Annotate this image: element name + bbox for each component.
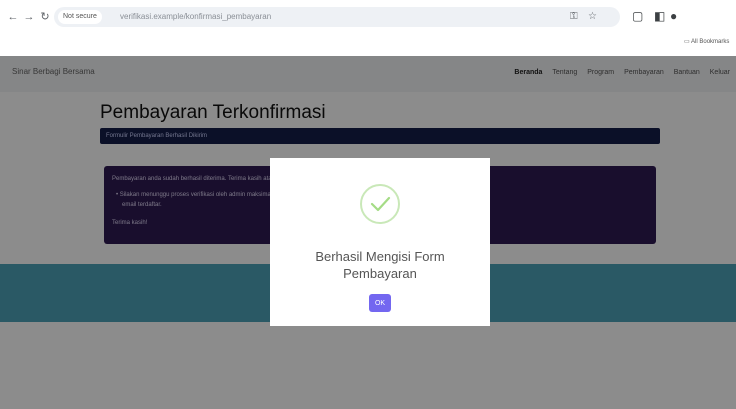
modal-title: Berhasil Mengisi Form Pembayaran: [315, 249, 445, 281]
back-arrow-icon[interactable]: ←: [6, 10, 20, 24]
ok-button[interactable]: OK: [369, 294, 391, 312]
key-icon[interactable]: ⚿: [570, 10, 578, 24]
star-icon[interactable]: ☆: [588, 10, 597, 24]
forward-arrow-icon[interactable]: →: [22, 10, 36, 24]
profile-avatar-icon[interactable]: ●: [670, 8, 677, 24]
success-check-icon: [360, 184, 400, 224]
address-bar[interactable]: Not secure verifikasi.example/konfirmasi…: [54, 7, 620, 27]
site-info-chip[interactable]: Not secure: [58, 10, 102, 24]
all-bookmarks-button[interactable]: ▭ All Bookmarks: [684, 38, 729, 45]
extensions-icon[interactable]: ▢: [632, 8, 643, 24]
reload-icon[interactable]: ↻: [38, 10, 52, 24]
sidebar-icon[interactable]: ◧: [654, 8, 665, 24]
all-bookmarks-label: All Bookmarks: [691, 39, 730, 45]
browser-toolbar: ← → ↻ Not secure verifikasi.example/konf…: [0, 0, 736, 56]
success-modal: Berhasil Mengisi Form Pembayaran OK: [270, 158, 490, 326]
url-text[interactable]: verifikasi.example/konfirmasi_pembayaran: [120, 7, 271, 27]
